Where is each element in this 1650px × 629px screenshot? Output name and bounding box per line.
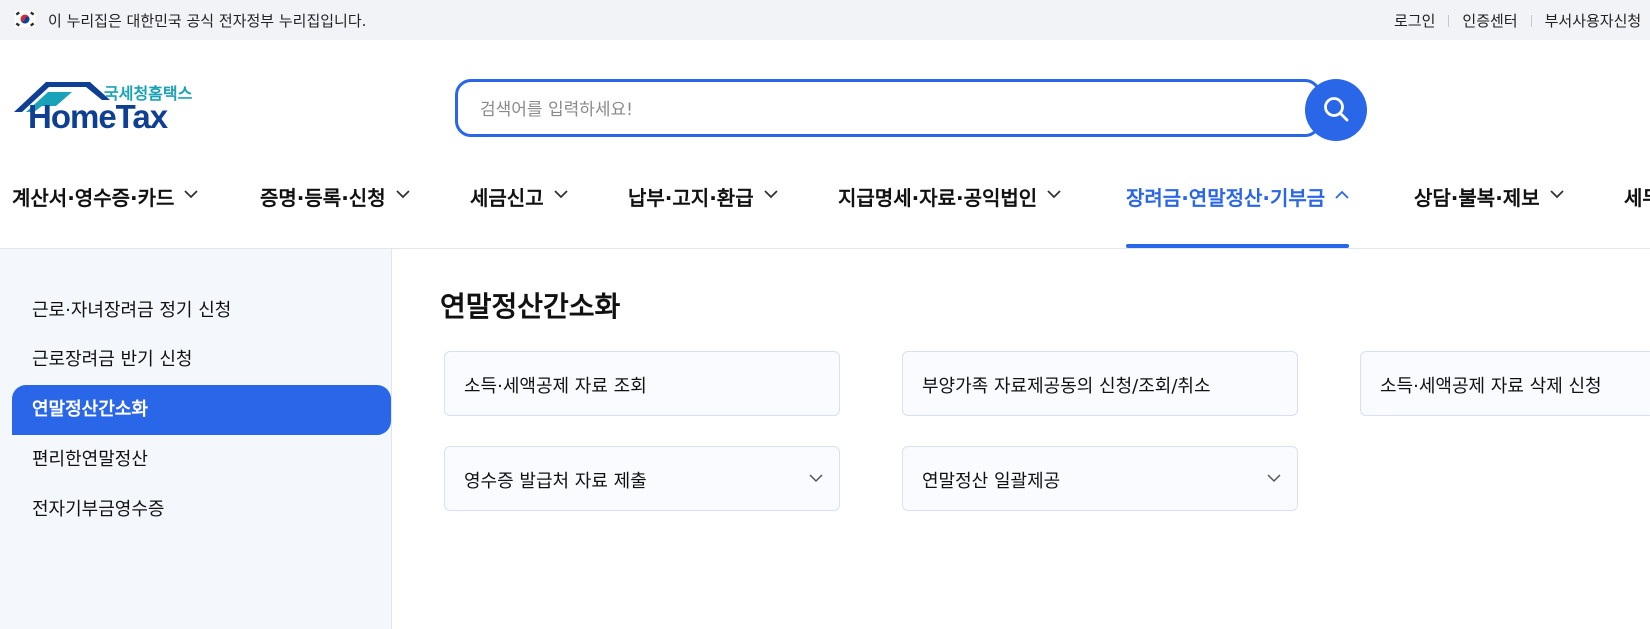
search-button[interactable] xyxy=(1305,79,1367,141)
nav-payment-refund[interactable]: 납부·고지·환급 xyxy=(628,182,778,248)
page-title: 연말정산간소화 xyxy=(440,290,621,323)
nav-label: 세금신고 xyxy=(470,186,544,210)
chevron-down-icon xyxy=(809,474,823,483)
sidebar-item-e-donation-receipt[interactable]: 전자기부금영수증 xyxy=(12,485,391,535)
hometax-logo[interactable]: 국세청홈택스 HomeTax xyxy=(12,78,202,140)
nav-certificate-registration[interactable]: 증명·등록·신청 xyxy=(260,182,410,248)
sidebar-item-label: 연말정산간소화 xyxy=(32,399,148,420)
nav-consult-appeal-report[interactable]: 상담·불복·제보 xyxy=(1414,182,1564,248)
card-dependent-consent[interactable]: 부양가족 자료제공동의 신청/조회/취소 xyxy=(902,351,1298,416)
nav-incentive-yearend-donation[interactable]: 장려금·연말정산·기부금 xyxy=(1126,182,1350,248)
search-icon xyxy=(1324,97,1349,122)
sidebar: 근로·자녀장려금 정기 신청 근로장려금 반기 신청 연말정산간소화 편리한연말… xyxy=(0,249,392,629)
sidebar-item-incentive-half[interactable]: 근로장려금 반기 신청 xyxy=(12,335,391,385)
nav-label: 납부·고지·환급 xyxy=(628,186,754,210)
gov-banner: 이 누리집은 대한민국 공식 전자정부 누리집입니다. 로그인 인증센터 부서사… xyxy=(0,0,1650,40)
card-yearend-bulk-provide[interactable]: 연말정산 일괄제공 xyxy=(902,446,1298,511)
nav-tax-agent[interactable]: 세무대리·납세관리 xyxy=(1624,182,1650,248)
nav-label: 세무대리·납세관리 xyxy=(1624,186,1650,210)
sidebar-item-label: 근로장려금 반기 신청 xyxy=(32,349,193,370)
card-deduction-data-delete[interactable]: 소득·세액공제 자료 삭제 신청 xyxy=(1360,351,1650,416)
nav-label: 장려금·연말정산·기부금 xyxy=(1126,186,1326,210)
nav-label: 지급명세·자료·공익법인 xyxy=(838,186,1038,210)
search-input[interactable] xyxy=(478,96,1262,124)
chevron-down-icon xyxy=(184,190,199,199)
gov-banner-text: 이 누리집은 대한민국 공식 전자정부 누리집입니다. xyxy=(48,12,367,30)
divider xyxy=(1530,15,1532,27)
korea-flag-icon xyxy=(14,10,36,28)
nav-tax-filing[interactable]: 세금신고 xyxy=(470,182,568,248)
sidebar-item-yearend-simplified[interactable]: 연말정산간소화 xyxy=(12,385,391,435)
chevron-down-icon xyxy=(1047,190,1061,199)
sidebar-item-incentive-regular[interactable]: 근로·자녀장려금 정기 신청 xyxy=(12,286,391,336)
card-receipt-issuer-submit[interactable]: 영수증 발급처 자료 제출 xyxy=(444,446,840,511)
nav-label: 증명·등록·신청 xyxy=(260,186,386,210)
nav-label: 상담·불복·제보 xyxy=(1414,186,1540,210)
utility-links: 로그인 인증센터 부서사용자신청 xyxy=(1394,10,1641,31)
logo-main-text: HomeTax xyxy=(28,98,168,135)
dept-user-apply-link[interactable]: 부서사용자신청 xyxy=(1545,10,1642,31)
card-label: 부양가족 자료제공동의 신청/조회/취소 xyxy=(922,376,1211,397)
sidebar-item-label: 전자기부금영수증 xyxy=(32,499,165,520)
nav-payment-statement[interactable]: 지급명세·자료·공익법인 xyxy=(838,182,1061,248)
chevron-down-icon xyxy=(1549,190,1564,199)
main-nav: 계산서·영수증·카드 증명·등록·신청 세금신고 납부·고지·환급 지급명세·자… xyxy=(0,168,1650,249)
cert-center-link[interactable]: 인증센터 xyxy=(1462,10,1517,31)
card-label: 소득·세액공제 자료 조회 xyxy=(464,376,647,397)
nav-invoice-receipt-card[interactable]: 계산서·영수증·카드 xyxy=(12,182,199,248)
chevron-down-icon xyxy=(395,190,410,199)
login-link[interactable]: 로그인 xyxy=(1394,10,1435,31)
nav-label: 계산서·영수증·카드 xyxy=(12,186,175,210)
chevron-down-icon xyxy=(1267,474,1281,483)
card-label: 연말정산 일괄제공 xyxy=(922,471,1061,492)
sidebar-item-label: 근로·자녀장려금 정기 신청 xyxy=(32,300,232,321)
search-box xyxy=(455,79,1321,137)
card-label: 소득·세액공제 자료 삭제 신청 xyxy=(1380,376,1602,397)
sidebar-item-label: 편리한연말정산 xyxy=(32,449,148,470)
card-label: 영수증 발급처 자료 제출 xyxy=(464,471,647,492)
divider xyxy=(1448,15,1450,27)
chevron-down-icon xyxy=(553,190,568,199)
chevron-up-icon xyxy=(1335,190,1349,199)
chevron-down-icon xyxy=(763,190,778,199)
card-deduction-data-view[interactable]: 소득·세액공제 자료 조회 xyxy=(444,351,840,416)
sidebar-item-easy-yearend[interactable]: 편리한연말정산 xyxy=(12,435,391,485)
